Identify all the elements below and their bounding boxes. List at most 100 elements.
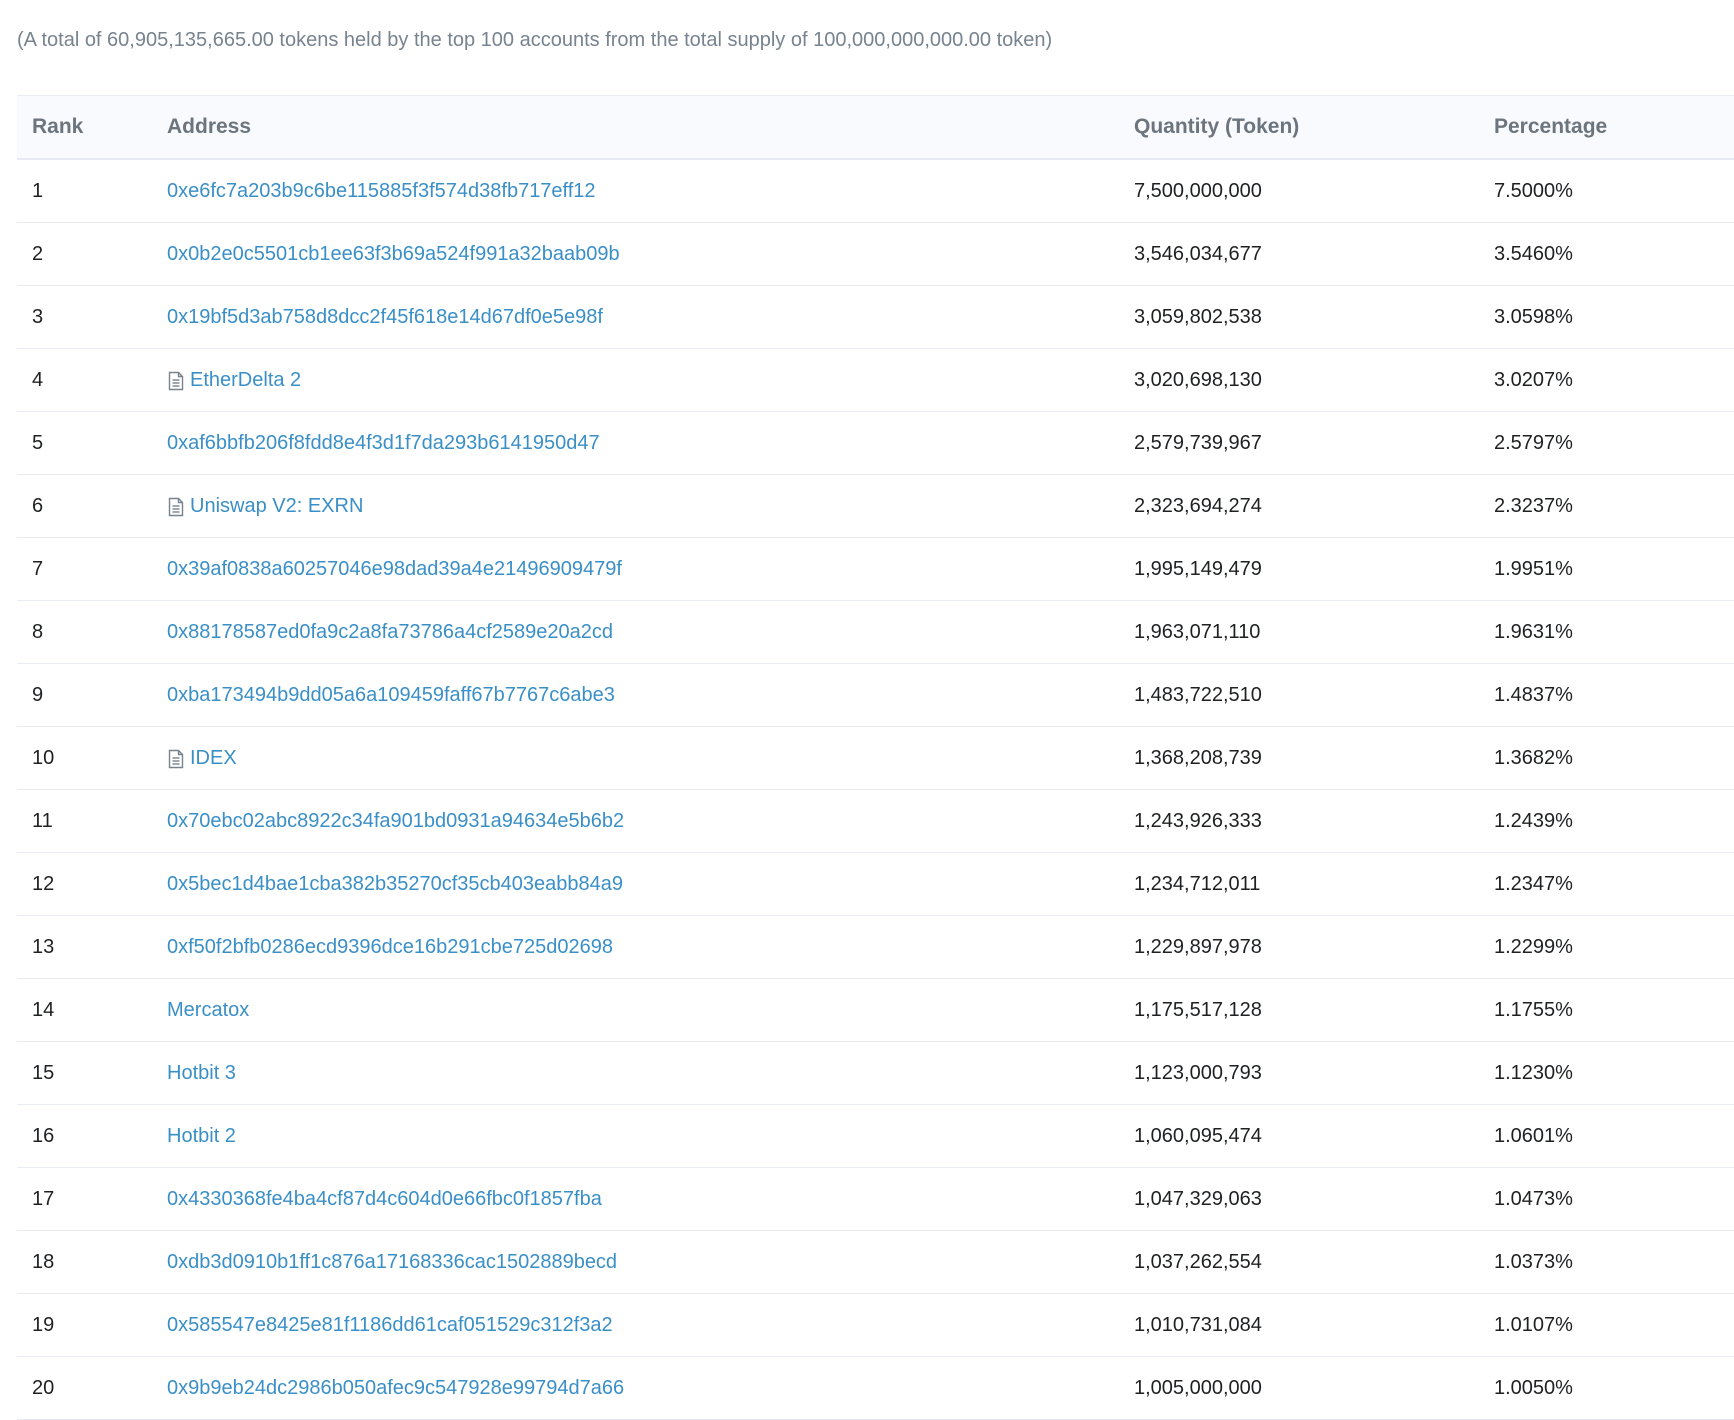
address-link[interactable]: 0x0b2e0c5501cb1ee63f3b69a524f991a32baab0… (167, 243, 620, 266)
address-cell: 0x39af0838a60257046e98dad39a4e2149690947… (167, 558, 1134, 581)
header-rank: Rank (32, 115, 84, 138)
quantity-cell: 1,483,722,510 (1134, 683, 1262, 706)
table-row: 10 IDEX 1,368,208,739 1.3682% (17, 727, 1734, 790)
address-link[interactable]: 0x19bf5d3ab758d8dcc2f45f618e14d67df0e5e9… (167, 306, 603, 329)
quantity-cell: 1,005,000,000 (1134, 1376, 1262, 1399)
rank-cell: 16 (32, 1124, 55, 1147)
address-link[interactable]: Hotbit 3 (167, 1062, 236, 1085)
address-link[interactable]: 0x585547e8425e81f1186dd61caf051529c312f3… (167, 1314, 613, 1337)
table-row: 8 0x88178587ed0fa9c2a8fa73786a4cf2589e20a… (17, 601, 1734, 664)
rank-cell: 10 (32, 746, 55, 769)
quantity-cell: 1,060,095,474 (1134, 1124, 1262, 1147)
rank-cell: 11 (32, 809, 53, 832)
table-row: 3 0x19bf5d3ab758d8dcc2f45f618e14d67df0e5e… (17, 286, 1734, 349)
address-cell: Mercatox (167, 999, 1134, 1022)
address-cell: 0x0b2e0c5501cb1ee63f3b69a524f991a32baab0… (167, 243, 1134, 266)
table-row: 11 0x70ebc02abc8922c34fa901bd0931a94634e5… (17, 790, 1734, 853)
quantity-cell: 2,323,694,274 (1134, 494, 1262, 517)
quantity-cell: 1,123,000,793 (1134, 1061, 1262, 1084)
quantity-cell: 1,234,712,011 (1134, 872, 1261, 895)
table-row: 1 0xe6fc7a203b9c6be115885f3f574d38fb717ef… (17, 160, 1734, 223)
percentage-cell: 2.3237% (1494, 494, 1573, 517)
rank-cell: 12 (32, 872, 55, 895)
address-link[interactable]: Uniswap V2: EXRN (190, 495, 363, 518)
address-link[interactable]: 0xe6fc7a203b9c6be115885f3f574d38fb717eff… (167, 180, 596, 203)
table-row: 15 Hotbit 3 1,123,000,793 1.1230% (17, 1042, 1734, 1105)
percentage-cell: 1.3682% (1494, 746, 1573, 769)
quantity-cell: 7,500,000,000 (1134, 179, 1262, 202)
quantity-cell: 1,963,071,110 (1134, 620, 1261, 643)
address-link[interactable]: 0x88178587ed0fa9c2a8fa73786a4cf2589e20a2… (167, 621, 613, 644)
table-body: 1 0xe6fc7a203b9c6be115885f3f574d38fb717ef… (17, 160, 1734, 1420)
rank-cell: 20 (32, 1376, 55, 1399)
address-link[interactable]: 0x4330368fe4ba4cf87d4c604d0e66fbc0f1857f… (167, 1188, 602, 1211)
quantity-cell: 1,037,262,554 (1134, 1250, 1262, 1273)
percentage-cell: 1.1230% (1494, 1061, 1573, 1084)
quantity-cell: 3,059,802,538 (1134, 305, 1262, 328)
rank-cell: 9 (32, 683, 44, 706)
rank-cell: 15 (32, 1061, 55, 1084)
address-link[interactable]: 0xf50f2bfb0286ecd9396dce16b291cbe725d026… (167, 936, 613, 959)
quantity-cell: 2,579,739,967 (1134, 431, 1262, 454)
address-link[interactable]: Mercatox (167, 999, 249, 1022)
table-row: 19 0x585547e8425e81f1186dd61caf051529c312… (17, 1294, 1734, 1357)
rank-cell: 2 (32, 242, 44, 265)
quantity-cell: 3,546,034,677 (1134, 242, 1262, 265)
address-cell: 0x4330368fe4ba4cf87d4c604d0e66fbc0f1857f… (167, 1188, 1134, 1211)
address-cell: 0x88178587ed0fa9c2a8fa73786a4cf2589e20a2… (167, 621, 1134, 644)
holders-summary: (A total of 60,905,135,665.00 tokens hel… (17, 29, 1053, 51)
address-link[interactable]: 0x5bec1d4bae1cba382b35270cf35cb403eabb84… (167, 873, 623, 896)
address-link[interactable]: 0x39af0838a60257046e98dad39a4e2149690947… (167, 558, 622, 581)
address-cell: EtherDelta 2 (167, 369, 1134, 392)
file-text-icon (167, 371, 185, 391)
address-link[interactable]: Hotbit 2 (167, 1125, 236, 1148)
address-link[interactable]: EtherDelta 2 (190, 369, 301, 392)
table-row: 18 0xdb3d0910b1ff1c876a17168336cac1502889… (17, 1231, 1734, 1294)
percentage-cell: 3.0207% (1494, 368, 1573, 391)
address-cell: 0x585547e8425e81f1186dd61caf051529c312f3… (167, 1314, 1134, 1337)
file-text-icon (167, 497, 185, 517)
percentage-cell: 2.5797% (1494, 431, 1573, 454)
table-row: 17 0x4330368fe4ba4cf87d4c604d0e66fbc0f185… (17, 1168, 1734, 1231)
percentage-cell: 3.0598% (1494, 305, 1573, 328)
table-row: 2 0x0b2e0c5501cb1ee63f3b69a524f991a32baab… (17, 223, 1734, 286)
percentage-cell: 7.5000% (1494, 179, 1573, 202)
percentage-cell: 1.2299% (1494, 935, 1573, 958)
rank-cell: 1 (32, 179, 44, 202)
address-link[interactable]: 0x9b9eb24dc2986b050afec9c547928e99794d7a… (167, 1377, 624, 1400)
address-link[interactable]: 0xba173494b9dd05a6a109459faff67b7767c6ab… (167, 684, 615, 707)
rank-cell: 14 (32, 998, 55, 1021)
header-quantity: Quantity (Token) (1134, 115, 1300, 138)
rank-cell: 8 (32, 620, 44, 643)
percentage-cell: 1.0473% (1494, 1187, 1573, 1210)
table-row: 6 Uniswap V2: EXRN 2,323,694,274 2.3237% (17, 475, 1734, 538)
header-percentage: Percentage (1494, 115, 1608, 138)
rank-cell: 7 (32, 557, 44, 580)
percentage-cell: 1.1755% (1494, 998, 1573, 1021)
quantity-cell: 1,175,517,128 (1134, 998, 1262, 1021)
address-link[interactable]: 0xaf6bbfb206f8fdd8e4f3d1f7da293b6141950d… (167, 432, 600, 455)
percentage-cell: 1.2347% (1494, 872, 1573, 895)
holders-table: Rank Address Quantity (Token) Percentage… (17, 95, 1734, 1420)
percentage-cell: 1.0107% (1494, 1313, 1573, 1336)
percentage-cell: 3.5460% (1494, 242, 1573, 265)
table-row: 12 0x5bec1d4bae1cba382b35270cf35cb403eabb… (17, 853, 1734, 916)
percentage-cell: 1.2439% (1494, 809, 1573, 832)
address-cell: 0x19bf5d3ab758d8dcc2f45f618e14d67df0e5e9… (167, 306, 1134, 329)
table-row: 16 Hotbit 2 1,060,095,474 1.0601% (17, 1105, 1734, 1168)
rank-cell: 17 (32, 1187, 55, 1210)
address-link[interactable]: IDEX (190, 747, 237, 770)
percentage-cell: 1.0601% (1494, 1124, 1573, 1147)
rank-cell: 3 (32, 305, 44, 328)
address-cell: 0xdb3d0910b1ff1c876a17168336cac1502889be… (167, 1251, 1134, 1274)
rank-cell: 13 (32, 935, 55, 958)
percentage-cell: 1.0373% (1494, 1250, 1573, 1273)
rank-cell: 4 (32, 368, 44, 391)
percentage-cell: 1.9631% (1494, 620, 1573, 643)
percentage-cell: 1.4837% (1494, 683, 1573, 706)
address-link[interactable]: 0xdb3d0910b1ff1c876a17168336cac1502889be… (167, 1251, 617, 1274)
address-link[interactable]: 0x70ebc02abc8922c34fa901bd0931a94634e5b6… (167, 810, 624, 833)
quantity-cell: 1,010,731,084 (1134, 1313, 1262, 1336)
table-row: 20 0x9b9eb24dc2986b050afec9c547928e99794d… (17, 1357, 1734, 1420)
table-row: 7 0x39af0838a60257046e98dad39a4e214969094… (17, 538, 1734, 601)
